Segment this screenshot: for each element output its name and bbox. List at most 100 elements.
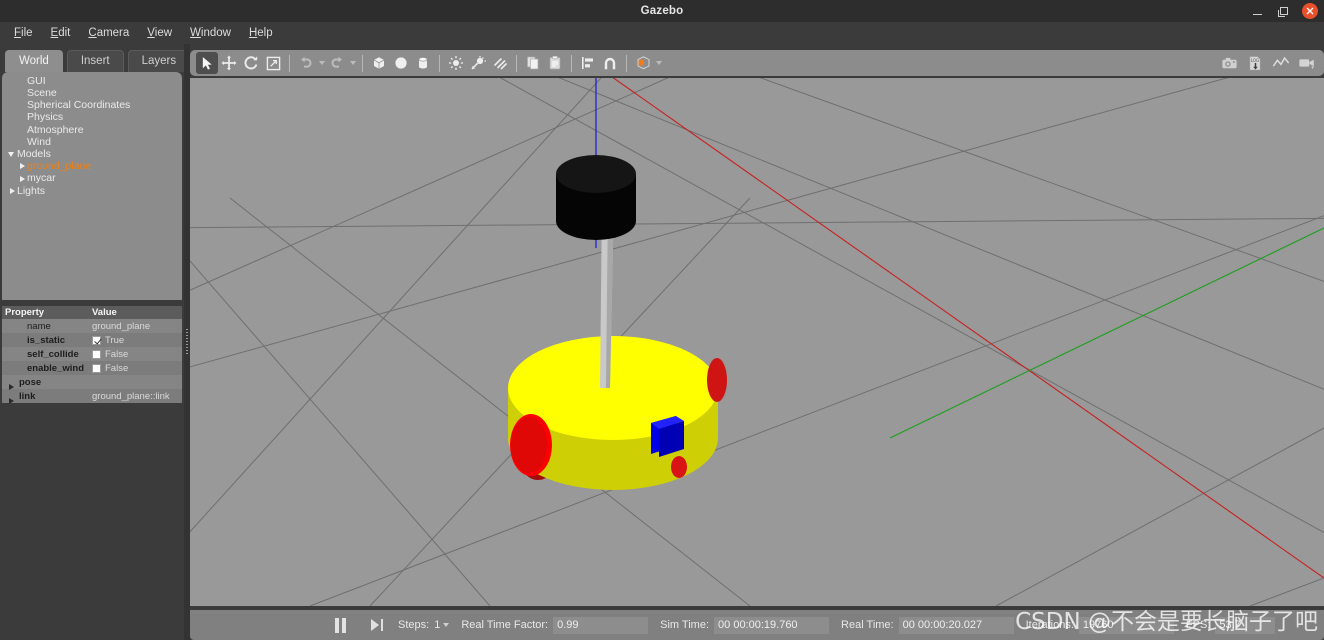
tree-item-mycar[interactable]: mycar (2, 173, 182, 185)
property-name: enable_wind (27, 362, 85, 374)
view-cube-icon (637, 55, 649, 69)
property-row[interactable]: pose (2, 375, 182, 390)
insert-sphere-button[interactable] (390, 52, 412, 74)
point-light-button[interactable] (445, 52, 467, 74)
window-title: Gazebo (640, 5, 684, 17)
directional-light-icon (494, 58, 507, 70)
directional-light-button[interactable] (489, 52, 511, 74)
property-name: self_collide (27, 348, 79, 360)
log-record-button[interactable]: LOG (1244, 52, 1266, 74)
tree-item-label: ground_plane (27, 160, 92, 173)
tab-insert[interactable]: Insert (66, 50, 124, 72)
property-row[interactable]: link ground_plane::link (2, 389, 182, 404)
tree-item-atmosphere[interactable]: Atmosphere (2, 124, 182, 136)
redo-dropdown-icon[interactable] (348, 52, 357, 74)
chevron-right-icon[interactable] (8, 186, 17, 195)
title-bar: Gazebo (0, 0, 1324, 22)
translate-mode-button[interactable] (218, 52, 240, 74)
property-checkbox[interactable] (92, 349, 101, 359)
align-button[interactable] (577, 52, 599, 74)
tree-item-label: Lights (17, 184, 46, 197)
tree-item-models[interactable]: Models (2, 148, 182, 160)
menu-window[interactable]: Window (181, 25, 240, 41)
left-wheel-inner (511, 417, 547, 473)
svg-text:LOG: LOG (1250, 57, 1258, 62)
tab-layers[interactable]: Layers (127, 50, 191, 72)
view-angle-dropdown-icon[interactable] (654, 52, 663, 74)
cursor-arrow-icon (202, 56, 212, 70)
gazebo-window: Gazebo File Edit Camera View Window Help… (0, 0, 1324, 640)
property-name: link (19, 390, 36, 402)
tree-item-physics[interactable]: Physics (2, 112, 182, 124)
tree-item-gui[interactable]: GUI (2, 75, 182, 87)
property-table-header: Property Value (2, 306, 182, 319)
tree-item-spherical-coordinates[interactable]: Spherical Coordinates (2, 99, 182, 111)
redo-button[interactable] (326, 52, 348, 74)
steps-label: Steps: (398, 619, 430, 631)
chevron-right-icon[interactable] (18, 174, 27, 183)
select-mode-button[interactable] (196, 52, 218, 74)
caster-sphere (671, 456, 687, 478)
minimize-button[interactable] (1250, 4, 1265, 19)
menu-edit[interactable]: Edit (42, 25, 80, 41)
fps-value: 53.7 (1215, 616, 1276, 634)
spot-light-icon (471, 56, 486, 70)
screenshot-button[interactable] (1218, 52, 1240, 74)
undo-dropdown-icon[interactable] (317, 52, 326, 74)
property-row[interactable]: is_static True (2, 333, 182, 347)
close-button[interactable] (1302, 3, 1318, 19)
pause-icon (334, 617, 339, 633)
tree-item-lights[interactable]: Lights (2, 185, 182, 197)
property-name: name (27, 320, 51, 332)
rotate-mode-button[interactable] (240, 52, 262, 74)
box-icon (373, 57, 385, 69)
spot-light-button[interactable] (467, 52, 489, 74)
chevron-down-icon[interactable] (8, 150, 17, 159)
sim-time-value: 00 00:00:19.760 (714, 616, 830, 634)
step-forward-button[interactable] (366, 615, 388, 635)
property-row[interactable]: enable_wind False (2, 361, 182, 375)
tree-item-ground-plane[interactable]: ground_plane (2, 160, 182, 172)
view-angle-button[interactable] (632, 52, 654, 74)
move-arrows-icon (221, 55, 237, 71)
redo-arrow-icon (331, 56, 342, 68)
iterations-label: Iterations: (1025, 619, 1074, 631)
tab-world[interactable]: World (5, 50, 63, 72)
paste-button[interactable] (544, 52, 566, 74)
property-checkbox[interactable] (92, 363, 101, 373)
menu-help[interactable]: Help (240, 25, 282, 41)
menu-view[interactable]: View (138, 25, 181, 41)
lidar-cylinder-top (556, 155, 636, 193)
undo-button[interactable] (295, 52, 317, 74)
real-time-value: 00 00:00:20.027 (898, 616, 1014, 634)
header-value: Value (92, 307, 117, 318)
chevron-right-icon[interactable] (18, 162, 27, 171)
video-record-button[interactable] (1296, 52, 1318, 74)
copy-button[interactable] (522, 52, 544, 74)
fps-label: FPS: (1185, 619, 1211, 631)
tree-item-scene[interactable]: Scene (2, 87, 182, 99)
property-row[interactable]: self_collide False (2, 347, 182, 361)
3d-viewport[interactable] (190, 78, 1324, 606)
plot-button[interactable] (1270, 52, 1292, 74)
scale-mode-button[interactable] (262, 52, 284, 74)
property-row[interactable]: name ground_plane (2, 319, 182, 333)
insert-box-button[interactable] (368, 52, 390, 74)
menu-file[interactable]: File (5, 25, 42, 41)
menu-camera[interactable]: Camera (79, 25, 138, 41)
snap-button[interactable] (599, 52, 621, 74)
tree-item-wind[interactable]: Wind (2, 136, 182, 148)
toolbar-separator (362, 54, 363, 72)
insert-cylinder-button[interactable] (412, 52, 434, 74)
steps-selector[interactable]: 1 (434, 619, 450, 631)
property-checkbox[interactable] (92, 335, 101, 345)
close-icon (1306, 7, 1314, 15)
maximize-button[interactable] (1276, 4, 1291, 19)
copy-icon (527, 56, 539, 70)
menu-bar: File Edit Camera View Window Help (0, 22, 1324, 44)
pause-button[interactable] (330, 615, 350, 635)
steps-value: 1 (434, 619, 441, 631)
